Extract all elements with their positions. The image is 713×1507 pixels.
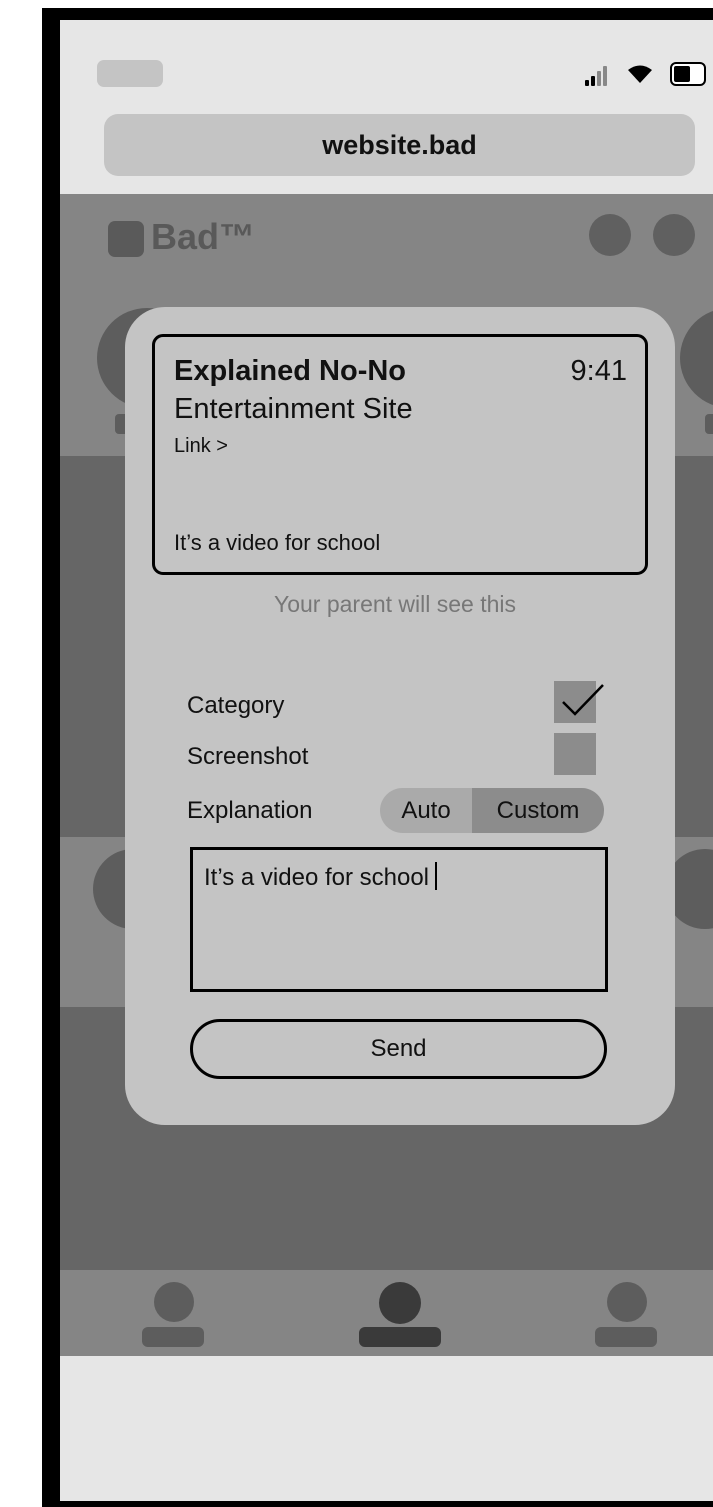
site-logo-text: Bad™ <box>151 216 256 257</box>
status-icons <box>585 62 713 86</box>
nav-profile-icon <box>154 1282 194 1322</box>
notification-preview-card: Explained No-No 9:41 Entertainment Site … <box>152 334 648 575</box>
explanation-label: Explanation <box>187 797 313 824</box>
send-button[interactable]: Send <box>190 1019 607 1079</box>
site-header-button <box>589 214 631 256</box>
parent-visibility-note: Your parent will see this <box>273 591 517 617</box>
cellular-signal-icon <box>585 62 611 86</box>
explanation-text: It’s a video for school <box>204 864 430 891</box>
category-label: Category <box>187 692 285 719</box>
nav-profile-label <box>142 1327 204 1347</box>
notification-link[interactable]: Link > <box>174 435 228 458</box>
explanation-mode-auto[interactable]: Auto <box>380 788 472 833</box>
screenshot-label: Screenshot <box>187 743 309 770</box>
notification-message: It’s a video for school <box>174 530 381 555</box>
site-story-label <box>705 414 713 434</box>
url-bar[interactable]: website.bad <box>104 114 695 176</box>
explanation-mode-toggle: Auto Custom <box>380 788 604 833</box>
text-cursor <box>435 862 438 890</box>
screenshot-checkbox[interactable] <box>554 733 596 775</box>
nav-profile-icon-active <box>379 1282 421 1324</box>
explain-modal: Explained No-No 9:41 Entertainment Site … <box>125 307 675 1125</box>
wifi-icon <box>628 65 652 83</box>
notification-time: 9:41 <box>570 355 627 387</box>
checkmark-icon <box>562 684 604 716</box>
browser-bottom-area <box>60 1356 713 1501</box>
explanation-mode-custom[interactable]: Custom <box>472 788 604 833</box>
status-bar-pill <box>97 60 163 87</box>
phone-screen: website.bad Bad™ Explained No-No 9:41 En… <box>60 20 713 1501</box>
nav-profile-label-active <box>359 1327 441 1347</box>
category-checkbox[interactable] <box>554 681 604 723</box>
explanation-textarea[interactable]: It’s a video for school <box>190 847 608 992</box>
nav-profile-icon <box>607 1282 647 1322</box>
nav-profile-label <box>595 1327 657 1347</box>
site-logo-icon <box>108 221 144 257</box>
battery-icon <box>670 62 706 86</box>
notification-subtitle: Entertainment Site <box>174 393 413 425</box>
site-header-button <box>653 214 695 256</box>
notification-title: Explained No-No <box>174 355 407 387</box>
